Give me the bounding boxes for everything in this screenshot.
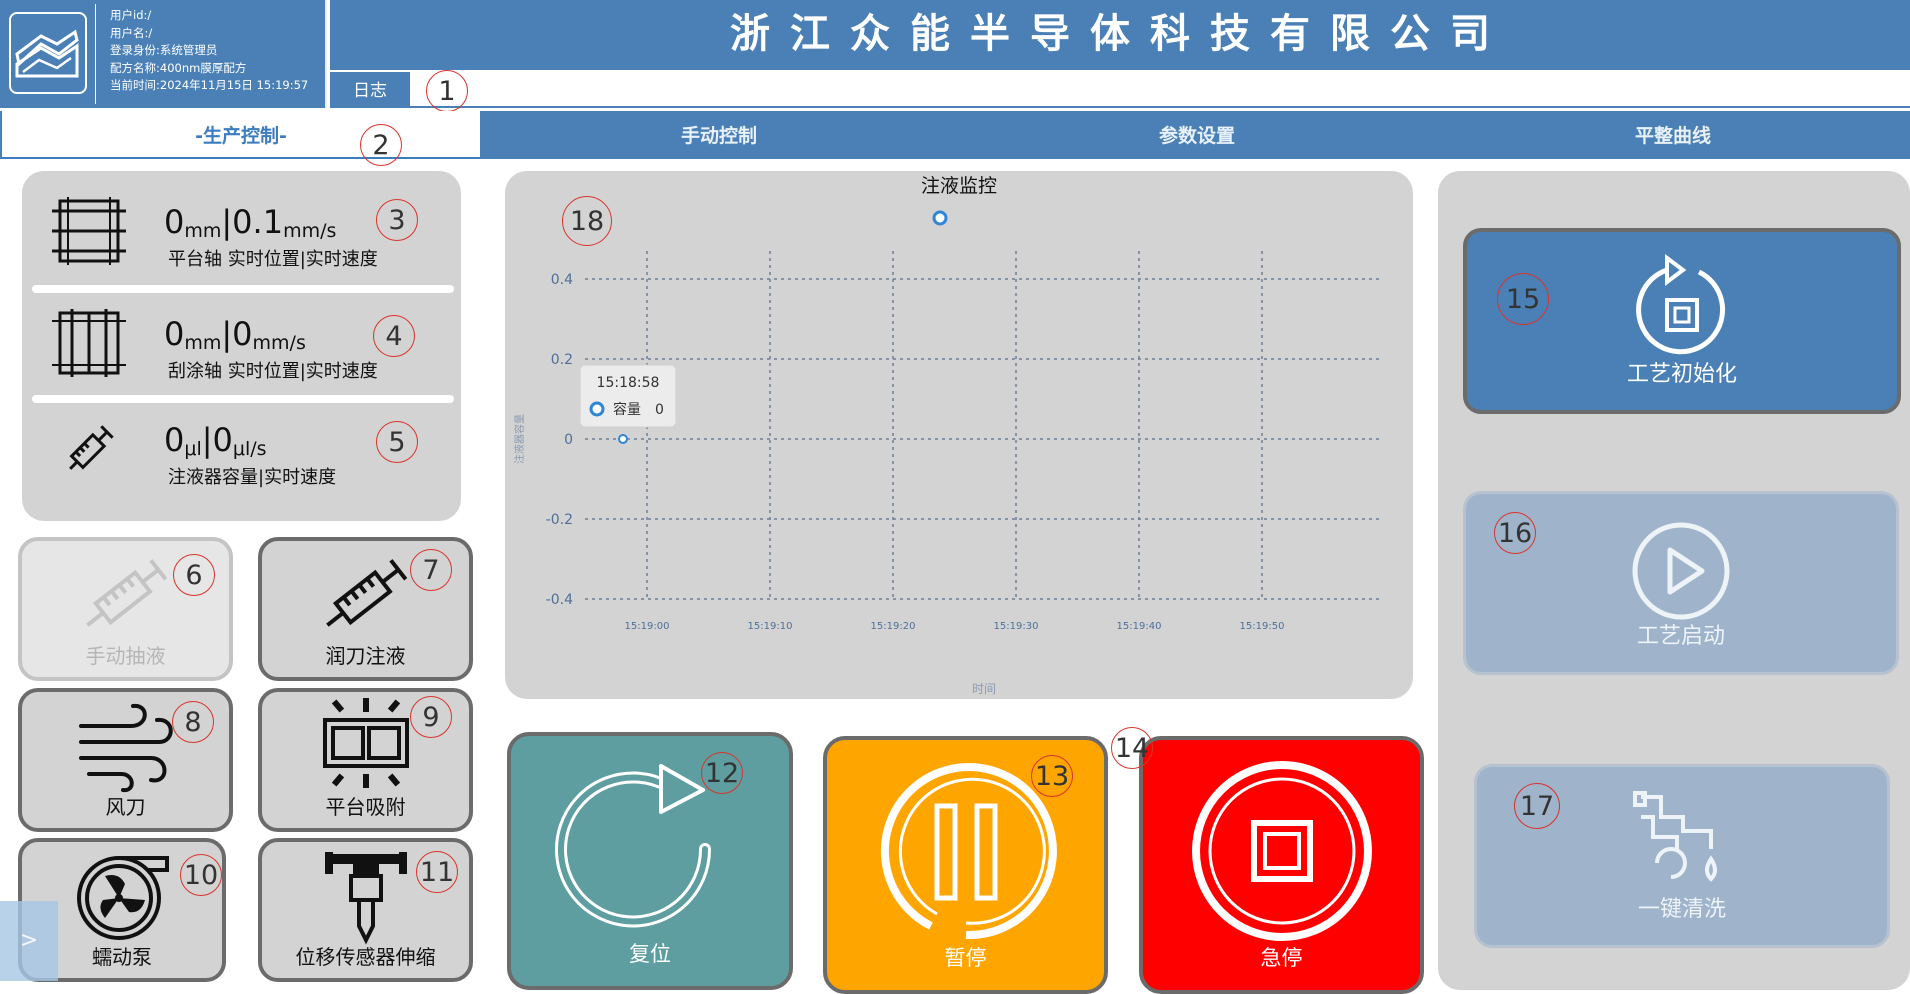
tooltip-series: 容量	[613, 401, 641, 418]
divider	[32, 395, 454, 403]
main-tabs: -生产控制- 手动控制 参数设置 平整曲线	[0, 111, 1910, 159]
reset-label: 复位	[629, 942, 671, 966]
syringe-value: 0μl|0μl/s	[164, 421, 267, 460]
y-tick-label: 0.2	[551, 352, 573, 368]
sidebar-expand-button[interactable]: >	[0, 901, 58, 981]
pause-label: 暂停	[944, 946, 987, 970]
login-role: 登录身份:系统管理员	[110, 43, 218, 57]
callout-17: 17	[1514, 783, 1560, 829]
current-time: 当前时间:2024年11月15日 15:19:57	[110, 78, 309, 92]
chart-plot: 0.4 0.2 0 -0.2 -0.4 15:19:00 15:19:10 15:19:20 1…	[513, 210, 1383, 696]
callout-11: 11	[416, 851, 458, 893]
syringe-label: 注液器容量|实时速度	[168, 467, 337, 488]
callout-6: 6	[173, 554, 215, 596]
pump-icon	[77, 856, 169, 940]
emergency-stop-label: 急停	[1260, 946, 1303, 970]
injection-monitor-chart: 注液监控 0.4 0.2 0 -0.2 -0.4 15:19:00 15:19:10 15:1…	[505, 171, 1413, 699]
x-tick-label: 15:19:50	[1240, 621, 1285, 632]
y-axis-label: 注液器容量	[513, 414, 526, 464]
header-info-block: 用户id:/ 用户名:/ 登录身份:系统管理员 配方名称:400nm膜厚配方 当…	[0, 0, 327, 108]
tab-leveling-curve[interactable]: 平整曲线	[1436, 111, 1910, 159]
y-tick-label: 0.4	[551, 272, 573, 288]
tooltip-marker	[589, 401, 605, 417]
callout-15: 15	[1497, 273, 1549, 325]
emergency-stop-button[interactable]: 急停	[1139, 736, 1424, 994]
suction-icon	[322, 698, 409, 788]
data-point	[618, 434, 628, 444]
recipe-name: 配方名称:400nm膜厚配方	[110, 60, 247, 75]
log-tab[interactable]: 日志	[330, 72, 410, 108]
process-start-label: 工艺启动	[1636, 624, 1725, 649]
knife-inject-label: 润刀注液	[325, 644, 406, 668]
tab-parameter-settings[interactable]: 参数设置	[958, 111, 1436, 159]
tab-manual-control[interactable]: 手动控制	[480, 111, 958, 159]
scraper-value: 0mm|0mm/s	[164, 315, 306, 354]
y-tick-label: -0.4	[546, 592, 573, 608]
callout-1: 1	[426, 70, 468, 112]
company-title: 浙江众能半导体科技有限公司	[330, 0, 1910, 70]
platform-axis-icon	[52, 197, 126, 265]
platform-label: 平台轴 实时位置|实时速度	[168, 249, 378, 270]
x-tick-label: 15:19:10	[748, 621, 793, 632]
x-tick-label: 15:19:40	[1117, 621, 1162, 632]
callout-3: 3	[376, 199, 418, 241]
tab-production-control[interactable]: -生产控制-	[2, 111, 480, 159]
callout-18: 18	[562, 196, 612, 246]
restart-icon	[1636, 254, 1726, 355]
stop-icon	[1191, 761, 1372, 941]
callout-8: 8	[172, 701, 214, 743]
platform-suction-label: 平台吸附	[325, 795, 406, 819]
user-name: 用户名:/	[110, 25, 153, 40]
company-logo	[9, 12, 87, 94]
callout-4: 4	[373, 315, 415, 357]
reset-button[interactable]: 复位	[507, 732, 793, 990]
wind-icon	[78, 703, 173, 793]
syringe-icon	[85, 559, 167, 627]
x-tick-label: 15:19:00	[625, 621, 670, 632]
callout-10: 10	[180, 854, 222, 896]
chevron-right-icon: >	[19, 928, 39, 953]
x-tick-label: 15:19:20	[871, 621, 916, 632]
x-tick-label: 15:19:30	[994, 621, 1039, 632]
sensor-extend-label: 位移传感器伸缩	[295, 945, 436, 969]
callout-12: 12	[701, 752, 743, 794]
callout-5: 5	[376, 421, 418, 463]
callout-14: 14	[1111, 727, 1153, 769]
manual-draw-label: 手动抽液	[85, 644, 166, 668]
logo-separator	[95, 4, 96, 104]
tooltip-time: 15:18:58	[597, 375, 660, 391]
air-knife-label: 风刀	[105, 795, 146, 819]
clean-icon	[1633, 791, 1717, 882]
one-click-clean-label: 一键清洗	[1637, 897, 1726, 922]
callout-2: 2	[360, 124, 402, 166]
legend-marker	[932, 210, 948, 226]
user-id: 用户id:/	[110, 8, 152, 22]
user-info: 用户id:/ 用户名:/ 登录身份:系统管理员 配方名称:400nm膜厚配方 当…	[110, 7, 308, 95]
log-area	[410, 72, 1910, 108]
tooltip-value: 0	[655, 402, 664, 418]
play-icon	[1632, 522, 1730, 620]
platform-value: 0mm|0.1mm/s	[164, 203, 337, 242]
process-init-label: 工艺初始化	[1626, 362, 1737, 387]
sensor-icon	[324, 852, 407, 945]
callout-9: 9	[410, 696, 452, 738]
syringe-icon	[325, 559, 407, 627]
y-tick-label: 0	[564, 432, 573, 448]
y-tick-label: -0.2	[546, 512, 573, 528]
callout-16: 16	[1494, 512, 1536, 554]
callout-7: 7	[410, 549, 452, 591]
scraper-label: 刮涂轴 实时位置|实时速度	[168, 361, 378, 382]
logo-icon	[15, 29, 79, 78]
scraper-axis-icon	[52, 309, 126, 377]
syringe-icon	[69, 425, 114, 470]
divider	[32, 285, 454, 293]
x-axis-label: 时间	[972, 682, 996, 696]
callout-13: 13	[1031, 755, 1073, 797]
